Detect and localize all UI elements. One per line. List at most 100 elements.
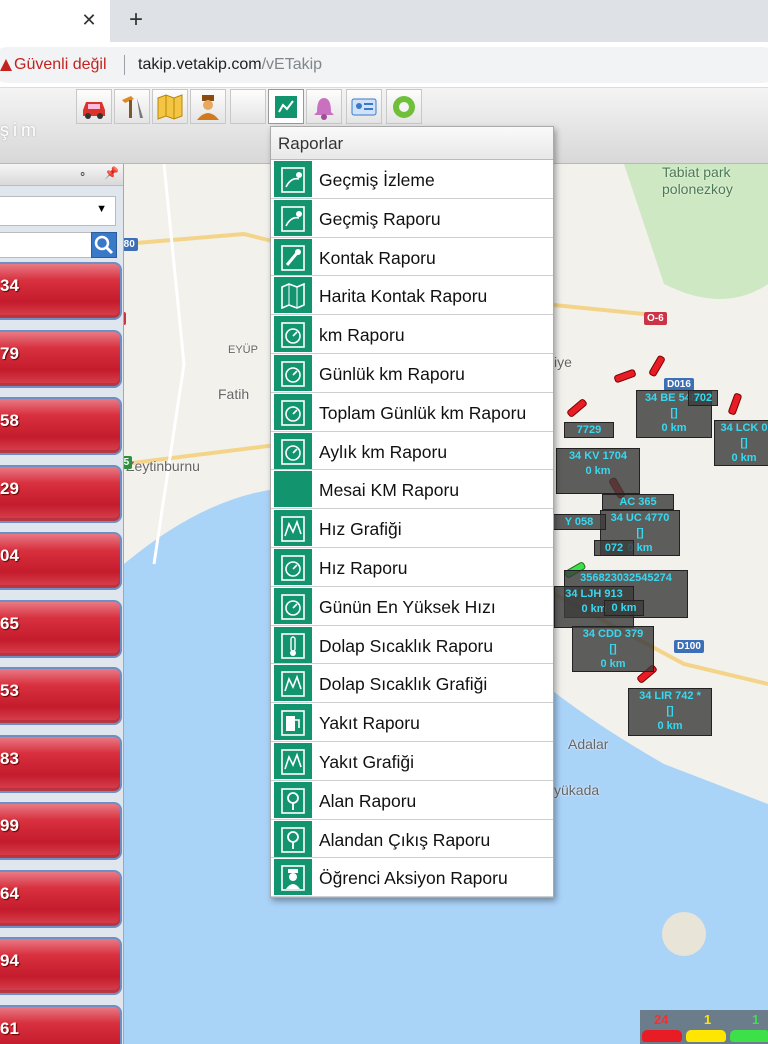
vehicle-list-item[interactable]: 04: [0, 532, 122, 590]
chevron-down-icon: ▼: [96, 203, 107, 215]
vehicle-box-fragment[interactable]: Y 058: [552, 514, 606, 530]
fuel-pump-icon: [281, 710, 305, 736]
odometer-icon: [274, 354, 312, 391]
menu-item-harita-kontak-raporu[interactable]: Harita Kontak Raporu: [271, 276, 553, 316]
vehicle-list-item[interactable]: 61: [0, 1004, 122, 1044]
vehicle-box-34cdd379[interactable]: 34 CDD 379 [] 0 km: [572, 626, 654, 672]
area-icon: [281, 787, 305, 814]
vehicle-box-distance: 0 km: [600, 658, 626, 670]
menu-item-ayl-k-km-raporu[interactable]: Aylık km Raporu: [271, 432, 553, 471]
vehicle-list-label: 53: [0, 681, 19, 700]
thermometer-icon: [281, 632, 305, 659]
reports-button[interactable]: [268, 89, 304, 124]
vehicle-list-item[interactable]: 58: [0, 397, 122, 455]
panel-settings-icon[interactable]: ⚬: [78, 168, 87, 181]
vehicle-list-item[interactable]: 53: [0, 667, 122, 725]
map-ignition-icon: [274, 277, 312, 314]
menu-item-label: Günün En Yüksek Hızı: [319, 596, 496, 617]
vehicle-panel: ⚬ 📌 ▼ 34 79 58 29 04 65 53 83 99 64 94 61: [0, 164, 124, 1044]
menu-item-mesai-km-raporu[interactable]: Mesai KM Raporu: [271, 470, 553, 510]
report-icon: [275, 96, 297, 118]
settings-button[interactable]: [386, 89, 422, 124]
fuel-chart-icon: [274, 742, 312, 779]
menu-item-toplam-g-nl-k-km-raporu[interactable]: Toplam Günlük km Raporu: [271, 393, 553, 432]
alarm-bell-icon: [314, 98, 334, 120]
menu-item-kontak-raporu[interactable]: Kontak Raporu: [271, 238, 553, 277]
yellow-car-icon[interactable]: [686, 1030, 726, 1042]
vehicle-box-34lck[interactable]: 34 LCK 0 [] 0 km: [714, 420, 768, 466]
vehicle-box-plate: 34 LIR 742 *: [639, 690, 701, 702]
odometer-icon: [274, 548, 312, 585]
vehicle-box-34lir742[interactable]: 34 LIR 742 * [] 0 km: [628, 688, 712, 736]
road-shield-e5: E5: [124, 456, 133, 469]
vehicle-box-fragment[interactable]: 7729: [564, 422, 614, 438]
url-text[interactable]: takip.vetakip.com/vETakip: [138, 56, 322, 74]
drivers-button[interactable]: [190, 89, 226, 124]
vehicle-list-label: 58: [0, 411, 19, 430]
vehicle-list-item[interactable]: 34: [0, 262, 122, 320]
route-report-icon: [274, 199, 312, 236]
vehicles-button[interactable]: [76, 89, 112, 124]
menu-item-label: Geçmiş İzleme: [319, 170, 435, 190]
tools-button[interactable]: [114, 89, 150, 124]
vehicle-list-item[interactable]: 64: [0, 869, 122, 928]
menu-item-alan-raporu[interactable]: Alan Raporu: [271, 781, 553, 820]
omnibox[interactable]: [0, 47, 768, 83]
close-tab-icon[interactable]: ✕: [78, 9, 100, 31]
map-button[interactable]: [152, 89, 188, 124]
menu-item-dolap-s-cakl-k-raporu[interactable]: Dolap Sıcaklık Raporu: [271, 626, 553, 665]
browser-tab[interactable]: ✕: [0, 0, 110, 42]
search-button[interactable]: [91, 232, 117, 258]
menu-item-renci-aksiyon-raporu[interactable]: Öğrenci Aksiyon Raporu: [271, 858, 553, 898]
id-cards-button[interactable]: [346, 89, 382, 124]
vehicle-list: 34 79 58 29 04 65 53 83 99 64 94 61: [0, 262, 122, 1044]
vehicle-box-fragment[interactable]: 702: [688, 390, 718, 406]
map-label-zeytinburnu: Zeytinburnu: [126, 458, 200, 474]
menu-item-label: Toplam Günlük km Raporu: [319, 402, 527, 423]
odometer-icon: [281, 555, 305, 581]
vehicle-list-label: 34: [0, 276, 19, 295]
menu-item-g-n-n-en-y-ksek-h-z[interactable]: Günün En Yüksek Hızı: [271, 587, 553, 626]
pin-icon[interactable]: 📌: [104, 166, 119, 180]
odometer-icon: [281, 399, 305, 426]
vehicle-list-item[interactable]: 99: [0, 802, 122, 860]
menu-item-yak-t-raporu[interactable]: Yakıt Raporu: [271, 703, 553, 742]
vehicle-box-status: []: [740, 437, 748, 449]
menu-item-ge-mi-i-zleme[interactable]: Geçmiş İzleme: [271, 160, 553, 199]
alarms-button[interactable]: [306, 89, 342, 124]
menu-item-label: Günlük km Raporu: [319, 363, 465, 384]
red-car-icon[interactable]: [642, 1030, 682, 1042]
menu-item-h-z-raporu[interactable]: Hız Raporu: [271, 548, 553, 587]
security-indicator[interactable]: Güvenli değil: [0, 56, 107, 74]
area-exit-icon: [281, 826, 305, 853]
menu-item-alandan-k-raporu[interactable]: Alandan Çıkış Raporu: [271, 820, 553, 859]
group-select[interactable]: ▼: [0, 196, 116, 226]
menu-item-dolap-s-cakl-k-grafi-i[interactable]: Dolap Sıcaklık Grafiği: [271, 664, 553, 704]
blank-button[interactable]: [230, 89, 266, 124]
status-count-green: 1: [752, 1012, 760, 1027]
menu-item-yak-t-grafi-i[interactable]: Yakıt Grafiği: [271, 742, 553, 781]
vehicle-box-fragment[interactable]: 072: [594, 540, 634, 556]
vehicle-list-item[interactable]: 65: [0, 599, 122, 658]
green-car-icon[interactable]: [730, 1030, 768, 1042]
vehicle-box-fragment[interactable]: 0 km: [604, 600, 644, 616]
road-shield-o6: O-6: [644, 312, 667, 325]
menu-item-km-raporu[interactable]: km Raporu: [271, 315, 553, 354]
menu-item-g-nl-k-km-raporu[interactable]: Günlük km Raporu: [271, 354, 553, 393]
vehicle-list-item[interactable]: 29: [0, 464, 122, 523]
vehicle-list-item[interactable]: 79: [0, 329, 122, 388]
vehicle-search-input[interactable]: [0, 232, 92, 258]
student-icon: [274, 859, 312, 896]
warning-icon: [0, 57, 12, 73]
vehicle-box-34kv1704[interactable]: 34 KV 1704 0 km: [556, 448, 640, 494]
odometer-icon: [274, 587, 312, 624]
vehicle-list-label: 29: [0, 478, 19, 498]
vehicle-list-item[interactable]: 83: [0, 734, 122, 793]
speed-chart-icon: [274, 510, 312, 547]
new-tab-icon[interactable]: +: [124, 8, 148, 32]
vehicle-list-item[interactable]: 94: [0, 937, 122, 995]
menu-item-ge-mi-raporu[interactable]: Geçmiş Raporu: [271, 199, 553, 238]
menu-item-h-z-grafi-i[interactable]: Hız Grafiği: [271, 509, 553, 548]
map-label-buyukada: yükada: [554, 782, 600, 798]
vehicle-box-fragment[interactable]: AC 365: [602, 494, 674, 510]
